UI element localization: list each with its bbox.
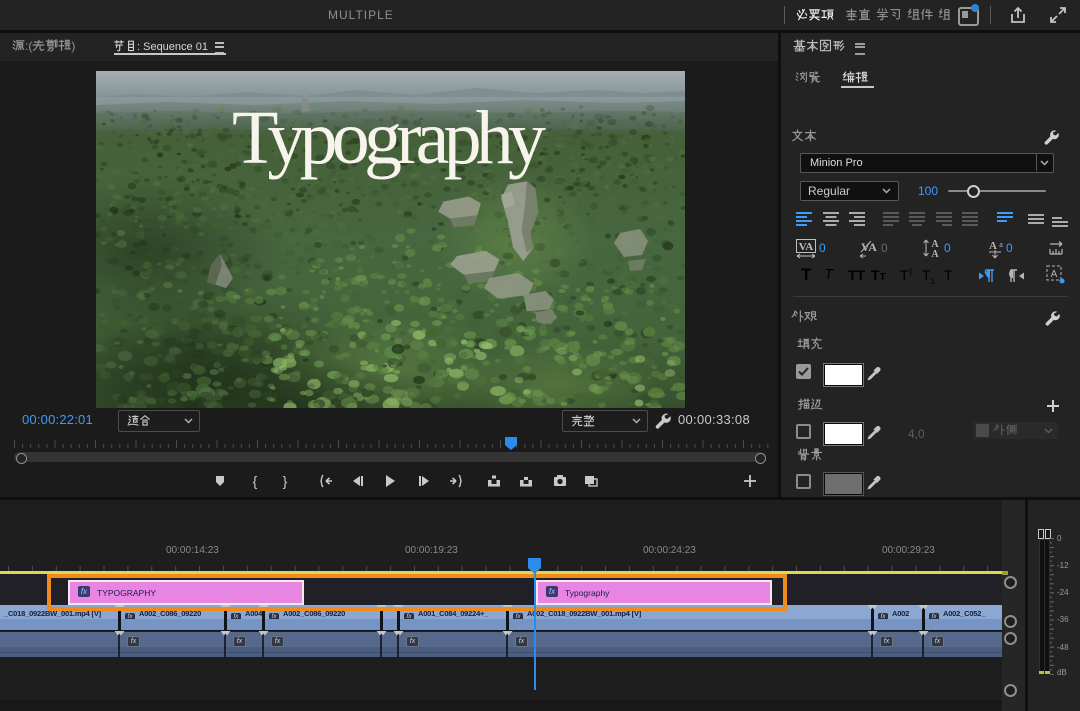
svg-text:a: a [999, 240, 1003, 249]
svg-text:{: { [253, 473, 258, 489]
svg-text:A: A [931, 249, 939, 259]
svg-text:VA: VA [861, 240, 877, 254]
svg-text:A: A [1051, 269, 1058, 280]
svg-text:VA: VA [799, 241, 814, 253]
svg-text:Typography: Typography [232, 96, 546, 180]
svg-text:}: } [283, 473, 288, 489]
svg-text:A: A [989, 240, 997, 252]
